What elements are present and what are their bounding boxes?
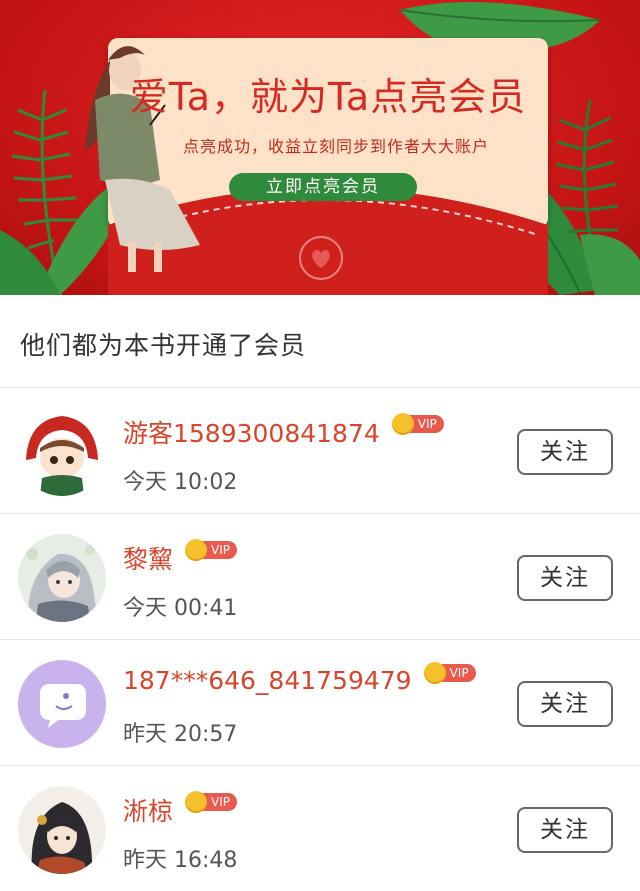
member-name-line: 游客1589300841874 VIP bbox=[123, 413, 444, 450]
vip-badge: VIP bbox=[185, 539, 237, 561]
member-name[interactable]: 黎黧 bbox=[123, 540, 173, 576]
member-row[interactable]: 黎黧 VIP 今天 00:41 关注 bbox=[0, 514, 640, 640]
crown-icon bbox=[391, 413, 414, 435]
vip-badge: VIP bbox=[185, 791, 237, 813]
anime-girl-avatar-icon[interactable] bbox=[18, 534, 106, 622]
member-time: 今天 10:02 bbox=[123, 470, 238, 495]
member-name[interactable]: 淅椋 bbox=[123, 792, 173, 828]
crown-icon bbox=[185, 539, 208, 561]
member-name-line: 黎黧 VIP bbox=[123, 539, 237, 576]
member-name[interactable]: 187***646_841759479 bbox=[123, 666, 412, 695]
vip-badge: VIP bbox=[391, 413, 444, 435]
member-time: 今天 00:41 bbox=[123, 596, 238, 621]
members-section-header: 他们都为本书开通了会员 bbox=[0, 295, 640, 388]
member-row[interactable]: 游客1589300841874 VIP 今天 10:02 关注 bbox=[0, 388, 640, 514]
light-up-membership-button[interactable]: 立即点亮会员 bbox=[229, 173, 417, 201]
crown-icon bbox=[185, 791, 208, 813]
member-row[interactable]: 淅椋 VIP 昨天 16:48 关注 bbox=[0, 766, 640, 891]
section-heading: 他们都为本书开通了会员 bbox=[20, 331, 307, 360]
follow-button[interactable]: 关注 bbox=[517, 681, 613, 727]
member-name[interactable]: 游客1589300841874 bbox=[123, 414, 380, 450]
banner-subtitle: 点亮成功，收益立刻同步到作者大大账户 bbox=[182, 137, 489, 156]
crown-icon bbox=[423, 661, 446, 684]
member-row[interactable]: 187***646_841759479 VIP 昨天 20:57 关注 bbox=[0, 640, 640, 766]
illustrated-girl-avatar-icon[interactable] bbox=[18, 786, 106, 874]
follow-button[interactable]: 关注 bbox=[517, 807, 613, 853]
member-time: 昨天 16:48 bbox=[123, 848, 238, 873]
heart-seal-icon bbox=[299, 236, 343, 280]
member-time: 昨天 20:57 bbox=[123, 722, 238, 747]
vip-badge: VIP bbox=[423, 661, 476, 684]
follow-button[interactable]: 关注 bbox=[517, 555, 613, 601]
chat-bubble-avatar-icon[interactable] bbox=[18, 660, 106, 748]
red-hood-avatar-icon[interactable] bbox=[18, 408, 106, 496]
follow-button[interactable]: 关注 bbox=[517, 429, 613, 475]
member-name-line: 淅椋 VIP bbox=[123, 791, 237, 828]
member-name-line: 187***646_841759479 VIP bbox=[123, 661, 476, 695]
banner-title: 爱Ta，就为Ta点亮会员 bbox=[129, 75, 527, 119]
promo-banner[interactable]: 爱Ta，就为Ta点亮会员 点亮成功，收益立刻同步到作者大大账户 立即点亮会员 bbox=[0, 0, 640, 295]
